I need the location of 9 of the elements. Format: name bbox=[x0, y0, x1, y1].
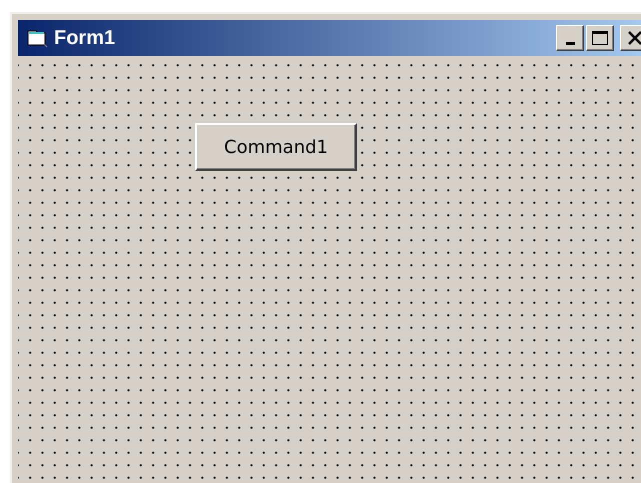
minimize-icon bbox=[566, 42, 574, 44]
window-title: Form1 bbox=[54, 26, 116, 50]
close-icon bbox=[626, 30, 641, 46]
form-icon bbox=[26, 28, 48, 48]
maximize-icon bbox=[591, 30, 609, 46]
close-button[interactable] bbox=[620, 25, 641, 51]
minimize-button[interactable] bbox=[556, 25, 584, 51]
maximize-button[interactable] bbox=[586, 25, 614, 51]
command-button[interactable]: Command1 bbox=[195, 123, 357, 171]
